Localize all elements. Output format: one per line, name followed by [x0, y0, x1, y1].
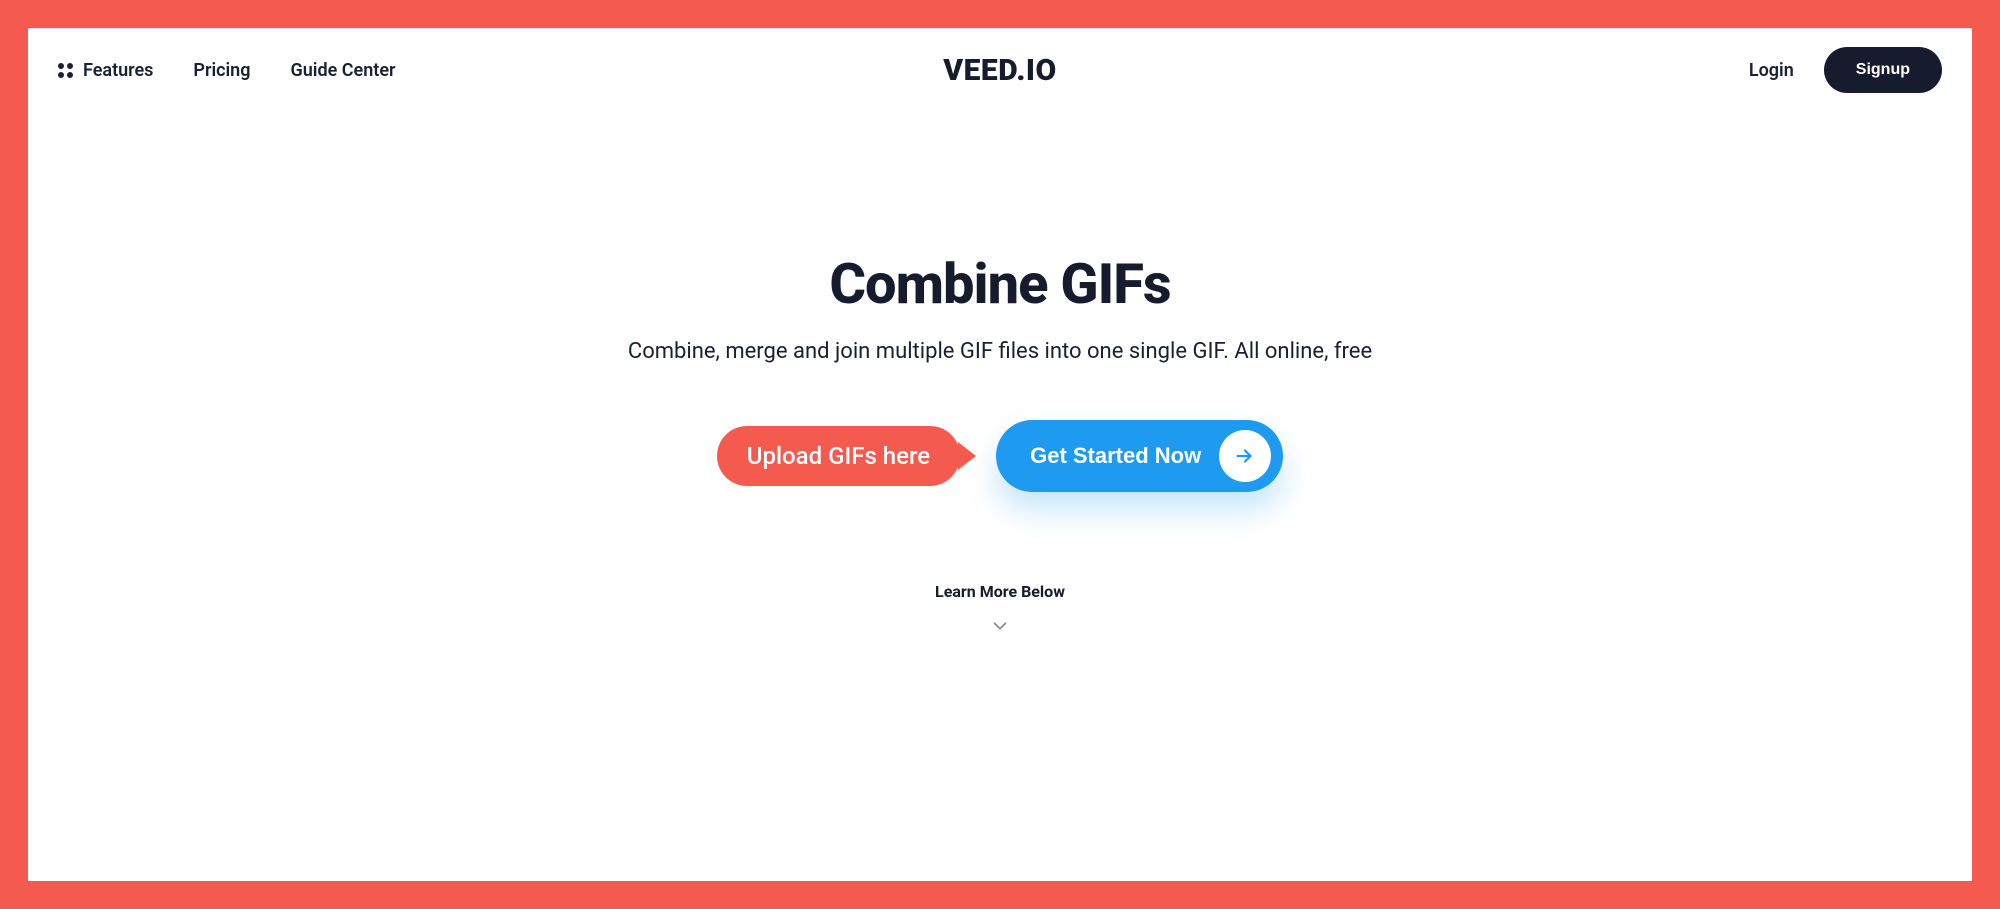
nav-guide[interactable]: Guide Center [290, 60, 395, 81]
get-started-button[interactable]: Get Started Now [996, 420, 1283, 492]
page-subtitle: Combine, merge and join multiple GIF fil… [28, 339, 1972, 364]
arrow-right-icon [1234, 445, 1256, 467]
cta-row: Upload GIFs here Get Started Now [28, 420, 1972, 492]
signup-button[interactable]: Signup [1824, 47, 1942, 93]
nav-guide-label: Guide Center [290, 60, 395, 81]
grid-icon [58, 63, 73, 78]
nav-right: Login Signup [1749, 47, 1942, 93]
nav-pricing[interactable]: Pricing [193, 60, 250, 81]
upload-tooltip: Upload GIFs here [717, 426, 960, 486]
nav-features-label: Features [83, 60, 153, 81]
nav-left: Features Pricing Guide Center [58, 60, 396, 81]
chevron-down-icon [28, 615, 1972, 637]
get-started-label: Get Started Now [1030, 443, 1201, 469]
page-title: Combine GIFs [28, 251, 1972, 317]
logo[interactable]: VEED.IO [943, 53, 1056, 88]
page: Features Pricing Guide Center VEED.IO Lo… [28, 28, 1972, 881]
outer-frame: Features Pricing Guide Center VEED.IO Lo… [0, 0, 2000, 909]
nav-pricing-label: Pricing [193, 60, 250, 81]
login-link[interactable]: Login [1749, 60, 1794, 81]
nav-features[interactable]: Features [58, 60, 153, 81]
learn-more[interactable]: Learn More Below [28, 582, 1972, 637]
arrow-circle [1219, 430, 1271, 482]
header: Features Pricing Guide Center VEED.IO Lo… [28, 29, 1972, 111]
hero: Combine GIFs Combine, merge and join mul… [28, 111, 1972, 637]
learn-more-label: Learn More Below [28, 582, 1972, 601]
